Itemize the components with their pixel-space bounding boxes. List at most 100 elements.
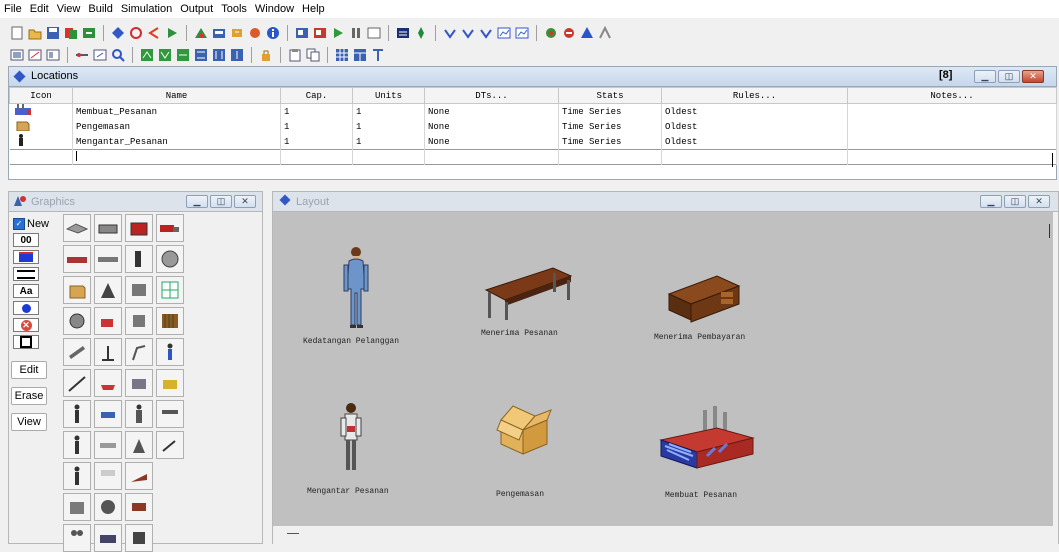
table-row-new[interactable] bbox=[9, 149, 1057, 165]
minimize-button[interactable]: ▁ bbox=[980, 195, 1002, 208]
cell-name[interactable]: Mengantar_Pesanan bbox=[72, 134, 281, 150]
font-button[interactable]: Aa bbox=[13, 284, 39, 298]
column-header-notes[interactable]: Notes... bbox=[847, 87, 1057, 104]
tools-2-icon[interactable] bbox=[561, 25, 577, 41]
graphic-mixer-icon[interactable] bbox=[94, 493, 122, 521]
align-6-icon[interactable] bbox=[229, 47, 245, 63]
layout-view-3-icon[interactable] bbox=[45, 47, 61, 63]
locations-icon[interactable] bbox=[110, 25, 126, 41]
packaging-box-icon[interactable] bbox=[495, 400, 553, 456]
cell-name-editing[interactable] bbox=[72, 149, 281, 165]
menu-tools[interactable]: Tools bbox=[217, 3, 251, 15]
graphic-tank-icon[interactable] bbox=[125, 307, 153, 335]
entities-icon[interactable] bbox=[128, 25, 144, 41]
clipboard-icon[interactable] bbox=[287, 47, 303, 63]
cell-notes[interactable] bbox=[847, 134, 1057, 150]
graphic-press-2-icon[interactable] bbox=[125, 524, 153, 552]
restore-button[interactable]: ◫ bbox=[210, 195, 232, 208]
menu-help[interactable]: Help bbox=[298, 3, 329, 15]
graphic-car-icon[interactable] bbox=[63, 245, 91, 273]
arrivals-icon[interactable] bbox=[211, 25, 227, 41]
copy-icon[interactable] bbox=[305, 47, 321, 63]
graphic-loader-icon[interactable] bbox=[125, 369, 153, 397]
graphic-machine-icon[interactable] bbox=[94, 214, 122, 242]
merge-icon[interactable] bbox=[63, 25, 79, 41]
graphic-ramp-icon[interactable] bbox=[125, 462, 153, 490]
cell-units[interactable]: 1 bbox=[352, 119, 425, 134]
tools-1-icon[interactable] bbox=[543, 25, 559, 41]
shifts-icon[interactable] bbox=[229, 25, 245, 41]
menu-build[interactable]: Build bbox=[84, 3, 116, 15]
align-5-icon[interactable] bbox=[211, 47, 227, 63]
layout-view-2-icon[interactable] bbox=[27, 47, 43, 63]
graphic-grid-icon[interactable] bbox=[156, 276, 184, 304]
cell-stats[interactable]: Time Series bbox=[558, 103, 662, 119]
graphic-cart-icon[interactable] bbox=[94, 369, 122, 397]
processing-icon[interactable] bbox=[193, 25, 209, 41]
column-header-dts[interactable]: DTs... bbox=[424, 87, 559, 104]
text-icon[interactable] bbox=[370, 47, 386, 63]
graphic-operator-icon[interactable] bbox=[125, 400, 153, 428]
menu-output[interactable]: Output bbox=[176, 3, 217, 15]
cell-units[interactable]: 1 bbox=[352, 103, 425, 119]
view-trace-icon[interactable] bbox=[294, 25, 310, 41]
graphic-box-icon[interactable] bbox=[63, 276, 91, 304]
customer-figure-icon[interactable] bbox=[341, 245, 377, 331]
restore-button[interactable]: ◫ bbox=[1004, 195, 1026, 208]
model-element-3-icon[interactable] bbox=[478, 25, 494, 41]
horizontal-scrollbar[interactable] bbox=[273, 526, 1058, 544]
minimize-button[interactable]: ▁ bbox=[974, 70, 996, 83]
erase-button[interactable]: Erase bbox=[11, 387, 47, 405]
menu-view[interactable]: View bbox=[53, 3, 85, 15]
cell-name[interactable]: Membuat_Pesanan bbox=[72, 103, 281, 119]
graphic-gear-icon[interactable] bbox=[63, 307, 91, 335]
cell-notes[interactable] bbox=[847, 119, 1057, 134]
chart-1-icon[interactable] bbox=[496, 25, 512, 41]
scrollbar-thumb[interactable] bbox=[287, 533, 299, 534]
zoom-window-icon[interactable] bbox=[92, 47, 108, 63]
circle-color-button[interactable] bbox=[13, 301, 39, 315]
routing-icon[interactable] bbox=[74, 47, 90, 63]
table-icon[interactable] bbox=[352, 47, 368, 63]
tools-4-icon[interactable] bbox=[597, 25, 613, 41]
step-icon[interactable] bbox=[366, 25, 382, 41]
row-icon[interactable] bbox=[9, 103, 73, 119]
save-icon[interactable] bbox=[45, 25, 61, 41]
graphic-person-3-icon[interactable] bbox=[63, 462, 91, 490]
close-button[interactable]: ✕ bbox=[1028, 195, 1050, 208]
export-icon[interactable] bbox=[81, 25, 97, 41]
graphic-pallet-icon[interactable] bbox=[156, 307, 184, 335]
frame-button[interactable] bbox=[13, 335, 39, 349]
chart-2-icon[interactable] bbox=[514, 25, 530, 41]
lock-icon[interactable] bbox=[258, 47, 274, 63]
cell-rules[interactable]: Oldest bbox=[661, 119, 848, 134]
cell-dts[interactable]: None bbox=[424, 134, 559, 150]
resources-icon[interactable] bbox=[164, 25, 180, 41]
options-icon[interactable] bbox=[312, 25, 328, 41]
graphic-sign-icon[interactable] bbox=[94, 462, 122, 490]
menu-file[interactable]: File bbox=[0, 3, 26, 15]
graphic-rail-icon[interactable] bbox=[156, 400, 184, 428]
column-header-rules[interactable]: Rules... bbox=[661, 87, 848, 104]
close-button[interactable]: ✕ bbox=[234, 195, 256, 208]
graphic-sorter-icon[interactable] bbox=[94, 431, 122, 459]
run-icon[interactable] bbox=[330, 25, 346, 41]
graphic-chair-icon[interactable] bbox=[125, 493, 153, 521]
graphic-truck-icon[interactable] bbox=[156, 214, 184, 242]
graphic-train-icon[interactable] bbox=[94, 245, 122, 273]
table-row[interactable]: Mengantar_Pesanan 1 1 None Time Series O… bbox=[9, 134, 1057, 150]
column-header-name[interactable]: Name bbox=[72, 87, 281, 104]
close-button[interactable]: ✕ bbox=[1022, 70, 1044, 83]
line-style-button[interactable] bbox=[13, 267, 39, 281]
new-checkbox[interactable]: ✓ New bbox=[13, 218, 59, 230]
tools-3-icon[interactable] bbox=[579, 25, 595, 41]
graphic-conveyor-icon[interactable] bbox=[63, 214, 91, 242]
cell-rules[interactable]: Oldest bbox=[661, 134, 848, 150]
graphic-forklift-icon[interactable] bbox=[94, 307, 122, 335]
attributes-icon[interactable] bbox=[247, 25, 263, 41]
column-header-icon[interactable]: Icon bbox=[9, 87, 73, 104]
delivery-person-icon[interactable] bbox=[337, 402, 367, 474]
align-3-icon[interactable] bbox=[175, 47, 191, 63]
open-icon[interactable] bbox=[27, 25, 43, 41]
graphic-person-icon[interactable] bbox=[63, 400, 91, 428]
